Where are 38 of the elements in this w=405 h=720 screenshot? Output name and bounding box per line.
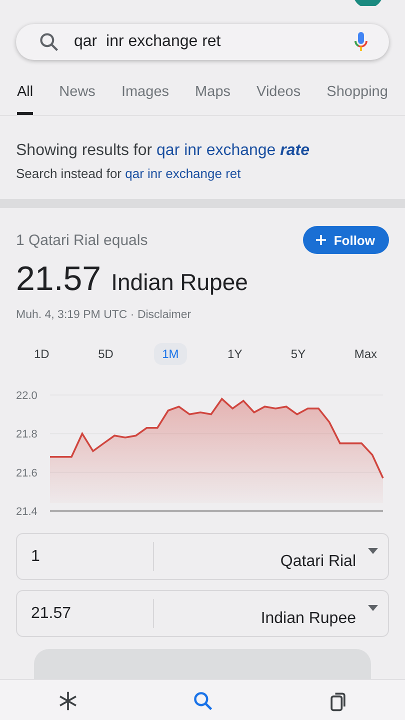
range-tab[interactable]: Max bbox=[346, 343, 385, 365]
currency-dropdown[interactable]: Qatari Rial bbox=[154, 534, 388, 579]
tab[interactable]: All bbox=[17, 82, 34, 115]
search-icon bbox=[38, 31, 60, 53]
caret-icon bbox=[368, 605, 378, 611]
follow-button[interactable]: Follow bbox=[302, 226, 389, 254]
tab[interactable]: Images bbox=[121, 82, 170, 115]
microphone-icon[interactable] bbox=[353, 30, 369, 54]
original-query-link[interactable]: qar inr exchange ret bbox=[125, 166, 241, 181]
tab[interactable]: Shopping bbox=[326, 82, 388, 115]
range-tab[interactable]: 1M bbox=[154, 343, 187, 365]
range-tab[interactable]: 1Y bbox=[220, 343, 250, 365]
corrected-query-link[interactable]: qar inr exchange rate bbox=[156, 142, 310, 159]
search-instead-text: Search instead for qar inr exchange ret bbox=[16, 166, 242, 181]
tab[interactable]: Maps bbox=[195, 82, 231, 115]
amount-field[interactable]: 21.57 bbox=[17, 599, 154, 628]
timestamp: Muh. 4, 3:19 PM UTC · bbox=[16, 309, 136, 321]
range-tab[interactable]: 5D bbox=[90, 343, 122, 365]
equals-label: 1 Qatari Rial equals bbox=[16, 232, 148, 248]
axis-tick-label: 21.6 bbox=[16, 467, 38, 480]
range-tab[interactable]: 1D bbox=[26, 343, 58, 365]
caret-icon bbox=[368, 548, 378, 554]
plus-icon bbox=[314, 234, 327, 246]
rate-value: 21.57 bbox=[16, 260, 102, 299]
search-field[interactable]: qar inr exchange ret bbox=[16, 24, 389, 60]
range-tab[interactable]: 5Y bbox=[282, 343, 314, 365]
axis-tick-label: 22.0 bbox=[16, 390, 38, 402]
search-icon[interactable] bbox=[192, 690, 214, 712]
currency-dropdown[interactable]: Indian Rupee bbox=[154, 591, 388, 636]
currency-name: Indian Rupee bbox=[111, 269, 248, 296]
axis-tick-label: 21.8 bbox=[16, 428, 38, 441]
disclaimer-link[interactable]: Disclaimer bbox=[137, 309, 192, 321]
axis-tick-label: 21.4 bbox=[16, 506, 38, 518]
amount-field[interactable]: 1 bbox=[17, 542, 154, 571]
tab[interactable]: News bbox=[59, 82, 96, 115]
correction-text: Showing results for qar inr exchange rate bbox=[16, 142, 311, 160]
asterisk-icon[interactable] bbox=[56, 690, 78, 712]
tab[interactable]: Videos bbox=[256, 82, 301, 115]
